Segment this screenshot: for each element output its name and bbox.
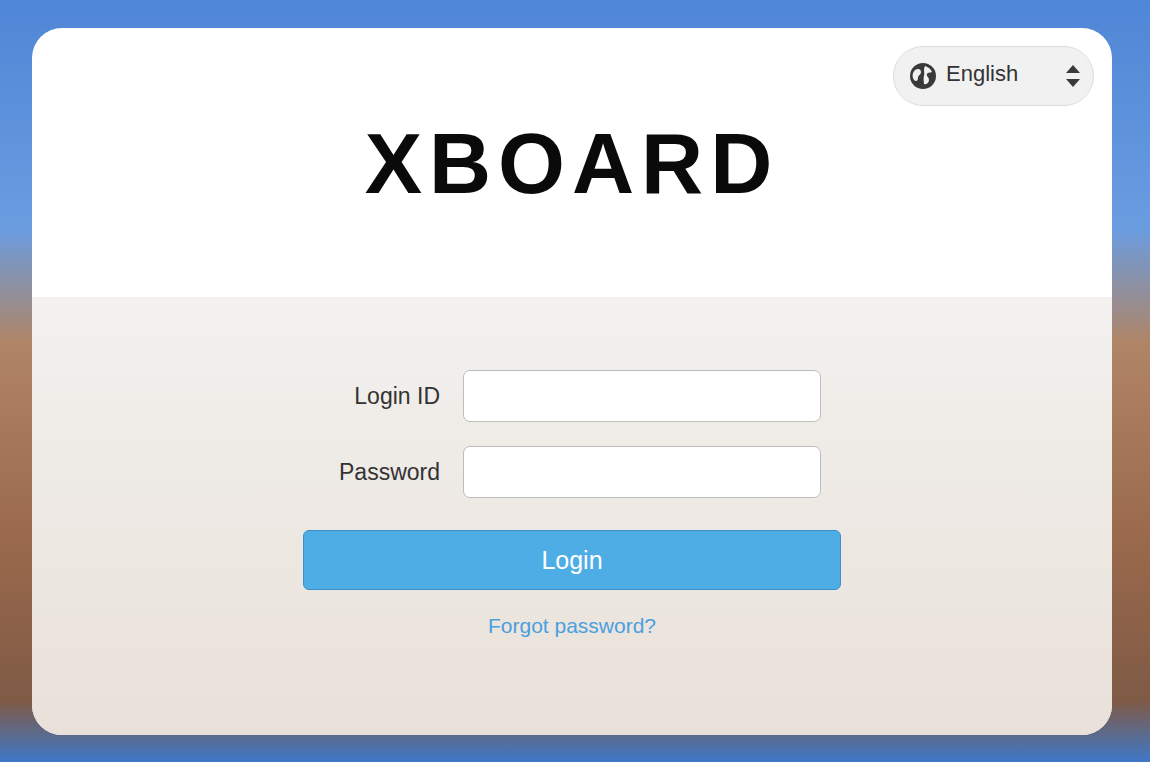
language-label: English	[946, 61, 1056, 87]
text-input[interactable]	[463, 446, 821, 498]
globe-icon	[909, 62, 937, 90]
field-label: Password	[303, 459, 463, 486]
login-page: English XBOARD Login ID Password Login Forgot…	[0, 0, 1150, 762]
logo: XBOARD	[365, 120, 780, 206]
login-form: Login ID Password Login Forgot password?	[303, 370, 841, 735]
login-card: English XBOARD Login ID Password Login Forgot…	[32, 28, 1112, 735]
forgot-password-link[interactable]: Forgot password?	[488, 614, 656, 638]
up-down-arrows-icon	[1065, 63, 1081, 89]
login-button[interactable]: Login	[303, 530, 841, 590]
text-input[interactable]	[463, 370, 821, 422]
form-area: Login ID Password Login Forgot password?	[32, 297, 1112, 735]
field-label: Login ID	[303, 383, 463, 410]
language-select[interactable]: English	[893, 46, 1094, 106]
